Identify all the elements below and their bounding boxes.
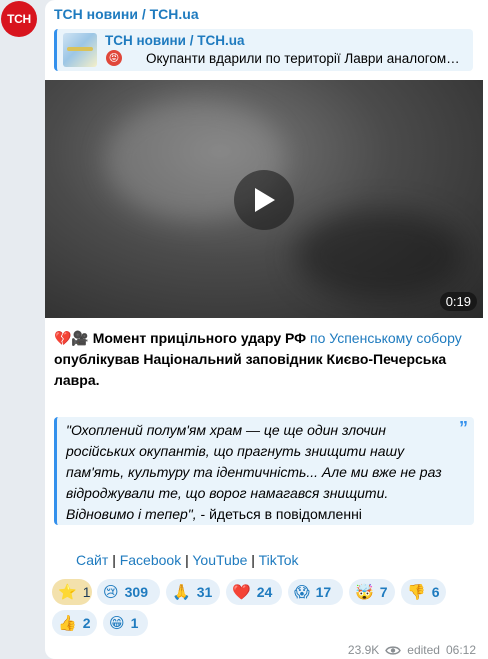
reaction-crying[interactable]: 😢 309 [97, 579, 160, 605]
scream-face-icon: 😱 [294, 583, 310, 601]
quote-tail: - йдеться в повідомленні [196, 506, 362, 522]
mind-blown-icon: 🤯 [355, 583, 374, 601]
link-tiktok[interactable]: TikTok [259, 552, 299, 568]
message-bubble: ТСН новини / TCH.ua ТСН новини / TCH.ua … [45, 0, 488, 659]
message-caption: 💔🎥 Момент прицільного удару РФ по Успенс… [54, 328, 479, 391]
reaction-thumbs-up[interactable]: 👍 2 [52, 610, 97, 636]
reaction-count: 7 [379, 584, 388, 600]
angry-face-icon: 😡 [106, 50, 122, 66]
reaction-heart[interactable]: ❤️ 24 [226, 579, 282, 605]
eye-icon [385, 645, 402, 655]
message-meta: 23.9K edited 06:12 [348, 643, 476, 657]
view-count: 23.9K [347, 643, 380, 657]
reaction-count: 1 [130, 615, 139, 631]
channel-avatar[interactable]: ТСН [1, 1, 37, 37]
reaction-thumbs-down[interactable]: 👎 6 [401, 579, 446, 605]
reaction-count: 1 [82, 584, 91, 600]
broken-heart-camera-icon: 💔🎥 [54, 330, 89, 346]
links-row: Сайт | Facebook | YouTube | TikTok [76, 552, 299, 568]
reaction-count: 24 [256, 584, 273, 600]
reaction-count: 6 [431, 584, 440, 600]
crying-face-icon: 😢 [103, 583, 119, 601]
caption-link[interactable]: по Успенському собору [310, 330, 462, 346]
reaction-pray[interactable]: 🙏 31 [166, 579, 220, 605]
reaction-count: 31 [196, 584, 213, 600]
heart-icon: ❤️ [232, 583, 251, 601]
reaction-grin[interactable]: 😁 1 [103, 610, 148, 636]
star-icon: ⭐ [58, 583, 77, 601]
reaction-count: 17 [315, 584, 332, 600]
quote-icon: ” [459, 418, 468, 438]
message-time: 06:12 [445, 643, 476, 657]
reply-preview[interactable]: ТСН новини / TCH.ua 😡 Окупанти вдарили п… [54, 29, 473, 71]
edited-label: edited [407, 643, 440, 657]
reaction-count: 309 [124, 584, 148, 600]
reply-text: Окупанти вдарили по території Лаври анал… [146, 51, 460, 66]
play-icon [255, 188, 275, 212]
play-button[interactable] [234, 170, 294, 230]
caption-bold-start: Момент прицільного удару РФ [92, 330, 307, 346]
grin-face-icon: 😁 [109, 614, 125, 632]
thumbs-down-icon: 👎 [407, 583, 426, 601]
caption-bold-end: опублікував Національний заповідник Києв… [54, 351, 447, 388]
blockquote: ” "Охоплений полум'ям храм — це ще один … [54, 417, 474, 525]
link-site[interactable]: Сайт [76, 552, 108, 568]
reaction-star[interactable]: ⭐ 1 [52, 579, 92, 605]
link-youtube[interactable]: YouTube [192, 552, 247, 568]
reaction-scream[interactable]: 😱 17 [288, 579, 343, 605]
video-duration: 0:19 [439, 292, 477, 311]
reaction-count: 2 [82, 615, 91, 631]
reaction-mind-blown[interactable]: 🤯 7 [349, 579, 395, 605]
reply-author: ТСН новини / TCH.ua [105, 33, 245, 48]
channel-name[interactable]: ТСН новини / TCH.ua [54, 6, 199, 22]
thumbs-up-icon: 👍 [58, 614, 77, 632]
video-player[interactable]: 0:19 [45, 80, 483, 318]
link-facebook[interactable]: Facebook [120, 552, 181, 568]
pray-icon: 🙏 [172, 583, 191, 601]
reply-thumbnail [63, 33, 97, 67]
